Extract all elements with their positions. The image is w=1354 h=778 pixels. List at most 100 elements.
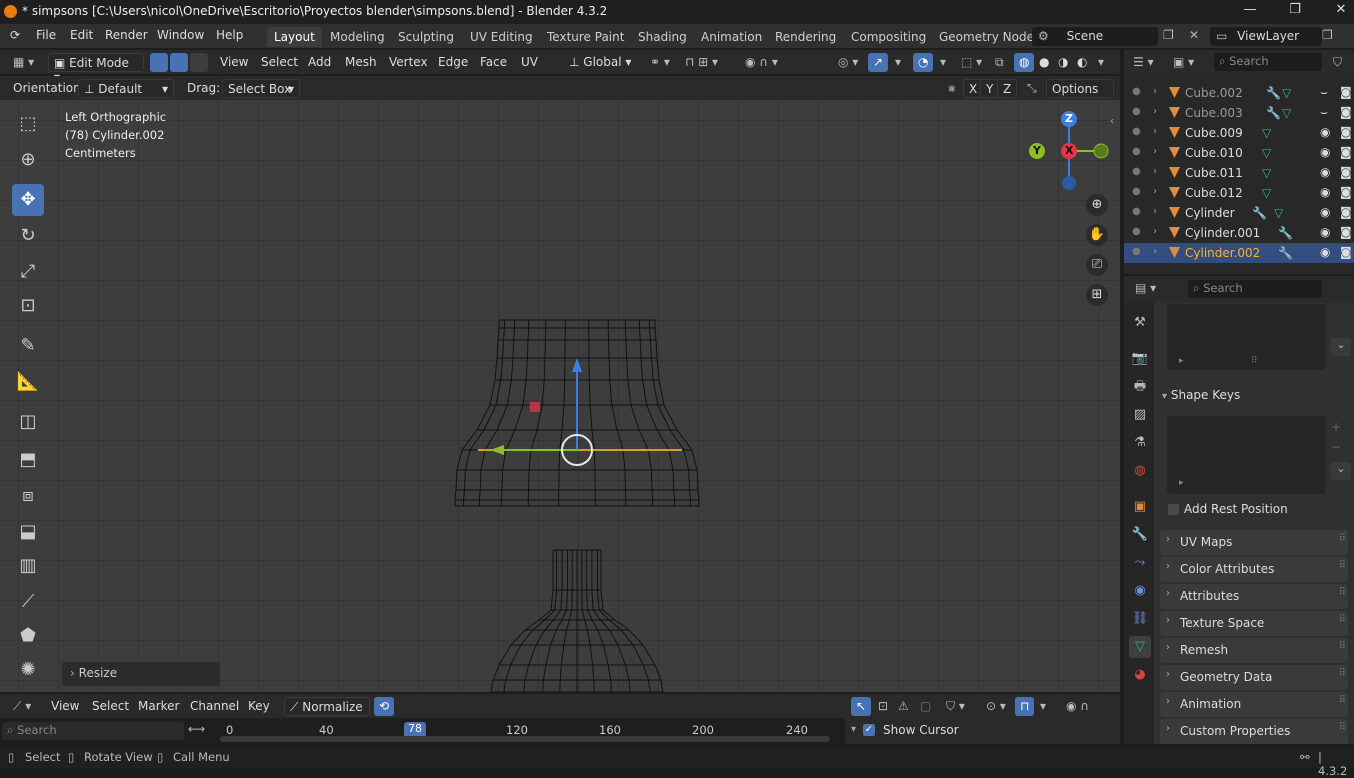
snap-dropdown-icon[interactable]: ▾ — [1035, 697, 1051, 716]
maximize-button[interactable]: ❐ — [1285, 2, 1305, 22]
panel-remesh[interactable]: ›Remesh⠿ — [1160, 638, 1348, 663]
perspective-grid-icon[interactable]: ⊞ — [1086, 284, 1108, 306]
tab-compositing[interactable]: Compositing — [844, 27, 933, 47]
solid-shading-icon[interactable]: ● — [1034, 53, 1054, 72]
timeline-select-menu[interactable]: Select — [87, 697, 134, 716]
camera-icon[interactable]: ◙ — [1340, 245, 1352, 259]
3d-viewport[interactable] — [0, 100, 1120, 692]
drag-grip-icon[interactable]: ⠿ — [1339, 533, 1346, 544]
remove-scene-icon[interactable]: ✕ — [1189, 28, 1199, 42]
eye-icon[interactable]: ◉ — [1320, 205, 1330, 219]
menu-help[interactable]: Help — [216, 28, 243, 42]
mesh-edit-overlays-icon[interactable]: ⬚ ▾ — [956, 53, 987, 72]
tab-sculpting[interactable]: Sculpting — [391, 27, 461, 47]
drag-grip-icon[interactable]: ⠿ — [1339, 614, 1346, 625]
mesh-data-icon[interactable]: ▽ — [1262, 146, 1271, 160]
eye-icon[interactable]: ◉ — [1320, 165, 1330, 179]
modifiers-tab-icon[interactable]: 🔧 — [1129, 524, 1151, 546]
sidebar-toggle-icon[interactable]: ‹ — [1110, 116, 1114, 127]
zoom-icon[interactable]: ⊕ — [1086, 194, 1108, 216]
wrench-icon[interactable]: 🔧 — [1252, 206, 1267, 220]
properties-search-input[interactable]: ⌕ Search — [1188, 280, 1322, 298]
panel-animation[interactable]: ›Animation⠿ — [1160, 692, 1348, 717]
menu-add[interactable]: Add — [303, 53, 336, 72]
camera-icon[interactable]: ◙ — [1340, 225, 1352, 239]
camera-view-icon[interactable]: ⎚ — [1086, 254, 1108, 276]
shape-keys-list[interactable]: ▸ — [1167, 416, 1325, 494]
select-tool-icon[interactable]: ↖ — [851, 697, 871, 716]
material-shading-icon[interactable]: ◑ — [1053, 53, 1073, 72]
show-cursor-checkbox[interactable]: ✓ — [863, 724, 875, 736]
box-select-icon[interactable]: ⊡ — [873, 697, 893, 716]
expand-icon[interactable]: ▸ — [1179, 356, 1184, 366]
timeline-marker-menu[interactable]: Marker — [133, 697, 184, 716]
menu-file[interactable]: File — [36, 28, 56, 42]
eye-icon[interactable]: ◉ — [1320, 225, 1330, 239]
chevron-right-icon[interactable]: › — [1153, 86, 1157, 97]
wrench-icon[interactable]: 🔧 — [1266, 106, 1281, 120]
menu-vertex[interactable]: Vertex — [384, 53, 433, 72]
camera-icon[interactable]: ◙ — [1340, 165, 1352, 179]
resize-grip-icon[interactable]: ⠿ — [1251, 356, 1258, 366]
chevron-right-icon[interactable]: › — [1153, 226, 1157, 237]
orientation-dropdown[interactable]: ⊥ Default ▾ — [78, 79, 174, 98]
mode-selector[interactable]: ▣ Edit Mode ▾ — [48, 53, 144, 72]
tab-shading[interactable]: Shading — [631, 27, 694, 47]
editor-type-icon[interactable]: ▦ ▾ — [8, 53, 39, 72]
spin-tool-icon[interactable]: ✺ — [12, 654, 44, 686]
menu-select[interactable]: Select — [256, 53, 303, 72]
transform-tool-icon[interactable]: ⊡ — [12, 290, 44, 322]
eye-icon[interactable]: ◉ — [1320, 185, 1330, 199]
remove-shape-key-icon[interactable]: − — [1331, 440, 1341, 454]
mesh-data-tab-icon[interactable]: ▽ — [1129, 636, 1151, 658]
tab-geometry-node[interactable]: Geometry Node — [932, 27, 1041, 47]
timeline-body[interactable]: ⌕ Search ⟷ 040120160200240 78 — [0, 718, 845, 744]
particles-tab-icon[interactable]: ⤳ — [1129, 552, 1151, 574]
sync-icon[interactable]: ⟲ — [374, 697, 394, 716]
scale-tool-icon[interactable]: ⤢ — [12, 256, 44, 288]
mesh-data-icon[interactable]: ▽ — [1262, 126, 1271, 140]
pivot-icon[interactable]: ⊙ ▾ — [981, 697, 1011, 716]
proportional-icon[interactable]: ◉ ∩ — [1061, 697, 1094, 716]
timeline-key-menu[interactable]: Key — [243, 697, 275, 716]
xray-icon[interactable]: ⧉ — [990, 53, 1009, 72]
knife-tool-icon[interactable]: ⟋ — [12, 586, 44, 618]
view-layer-tab-icon[interactable]: ▨ — [1129, 404, 1151, 426]
tab-texture-paint[interactable]: Texture Paint — [540, 27, 631, 47]
scene-selector[interactable]: ⚙ Scene — [1032, 27, 1158, 46]
filter-icon[interactable]: ⛉ ▾ — [941, 697, 970, 716]
chevron-right-icon[interactable]: › — [1153, 186, 1157, 197]
panel-custom-properties[interactable]: ›Custom Properties⠿ — [1160, 719, 1348, 744]
panel-texture-space[interactable]: ›Texture Space⠿ — [1160, 611, 1348, 636]
annotate-tool-icon[interactable]: ✎ — [12, 330, 44, 362]
chevron-down-icon[interactable]: ▾ — [851, 724, 856, 735]
blender-menu-icon[interactable]: ⟳ — [10, 28, 20, 42]
loop-cut-tool-icon[interactable]: ▥ — [12, 550, 44, 582]
measure-tool-icon[interactable]: 📐 — [12, 366, 44, 398]
timeline-scrollbar[interactable] — [220, 736, 830, 742]
transform-orientation-dropdown[interactable]: ⊥ Global ▾ — [564, 53, 636, 72]
gizmo-dropdown-icon[interactable]: ▾ — [890, 53, 906, 72]
poly-build-tool-icon[interactable]: ⬟ — [12, 620, 44, 652]
drag-grip-icon[interactable]: ⠿ — [1339, 641, 1346, 652]
bevel-tool-icon[interactable]: ⬓ — [12, 516, 44, 548]
menu-edge[interactable]: Edge — [433, 53, 473, 72]
add-cube-tool-icon[interactable]: ◫ — [12, 406, 44, 438]
chevron-right-icon[interactable]: › — [1153, 166, 1157, 177]
edge-select-icon[interactable] — [170, 53, 188, 72]
timeline-channel-menu[interactable]: Channel — [185, 697, 244, 716]
shading-dropdown-icon[interactable]: ▾ — [1093, 53, 1109, 72]
outliner-item[interactable]: ●›Cylinder.001🔧◉◙ — [1124, 223, 1354, 243]
panel-attributes[interactable]: ›Attributes⠿ — [1160, 584, 1348, 609]
visibility-icon[interactable]: ◎ ▾ — [833, 53, 863, 72]
new-scene-icon[interactable]: ❐ — [1163, 28, 1174, 42]
pivot-point-icon[interactable]: ⚭ ▾ — [645, 53, 675, 72]
chevron-right-icon[interactable]: › — [1153, 206, 1157, 217]
wrench-icon[interactable]: 🔧 — [1278, 246, 1293, 260]
chevron-right-icon[interactable]: › — [1153, 126, 1157, 137]
outliner-item[interactable]: ●›Cube.012▽◉◙ — [1124, 183, 1354, 203]
move-tool-icon[interactable]: ✥ — [12, 184, 44, 216]
auto-merge-icon[interactable]: ⤡ — [1022, 79, 1042, 98]
panel-color-attributes[interactable]: ›Color Attributes⠿ — [1160, 557, 1348, 582]
view-layer-selector[interactable]: ▭ ViewLayer — [1210, 27, 1322, 46]
